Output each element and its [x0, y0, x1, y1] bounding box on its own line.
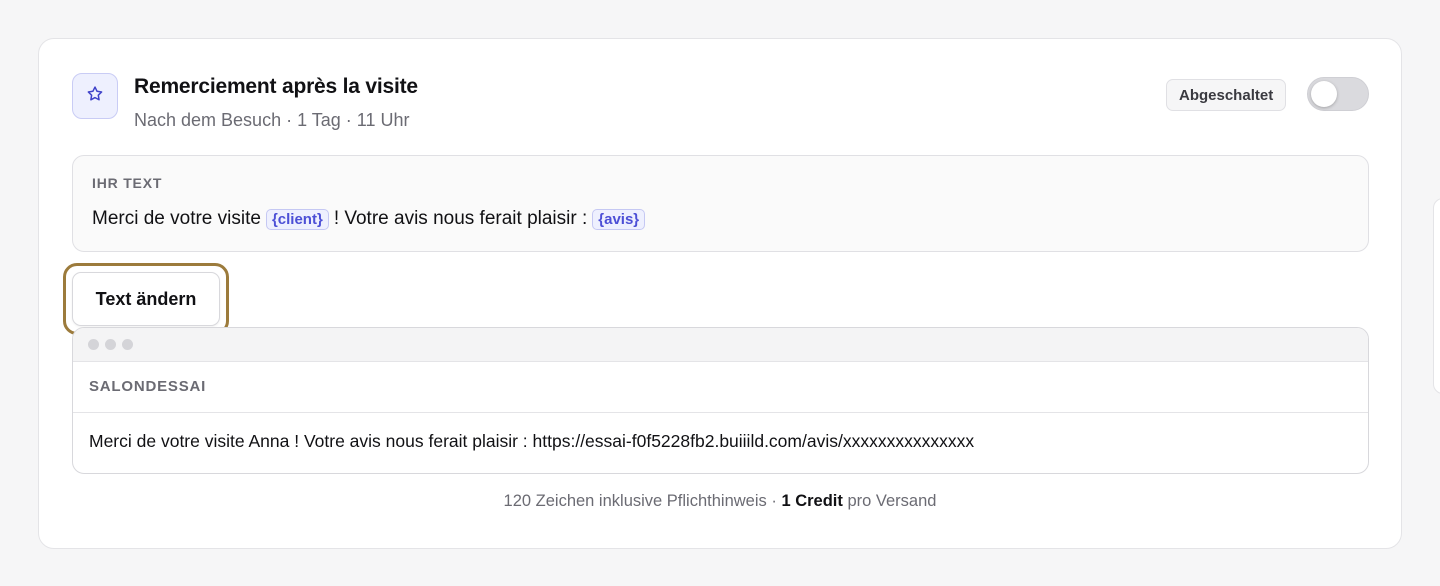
text-segment: ! Votre avis nous ferait plaisir :	[333, 208, 588, 229]
preview-message-text: Merci de votre visite Anna ! Votre avis …	[89, 431, 975, 451]
per-send-text: pro Versand	[847, 492, 937, 510]
sender-name: SALONDESSAI	[89, 378, 207, 395]
side-panel-edge	[1433, 198, 1440, 394]
character-count-note: 120 Zeichen inklusive Pflichthinweis · 1…	[39, 492, 1401, 511]
template-schedule: Nach dem Besuch · 1 Tag · 11 Uhr	[134, 110, 410, 130]
character-count-text: 120 Zeichen inklusive Pflichthinweis ·	[503, 492, 777, 510]
client-placeholder-token: {client}	[265, 208, 329, 230]
preview-window-bar	[73, 328, 1368, 362]
toggle-knob	[1311, 81, 1337, 107]
your-text-label: IHR TEXT	[92, 175, 163, 191]
credit-count: 1 Credit	[781, 492, 843, 510]
your-text-box: IHR TEXT Merci de votre visite {client} …	[72, 155, 1369, 252]
message-template-card: Remerciement après la visite Nach dem Be…	[38, 38, 1402, 549]
preview-sender-row: SALONDESSAI	[73, 362, 1368, 413]
window-dot	[122, 339, 133, 350]
window-dot	[88, 339, 99, 350]
edit-text-button[interactable]: Text ändern	[72, 272, 220, 326]
template-title: Remerciement après la visite	[134, 75, 418, 98]
text-segment: Merci de votre visite	[92, 208, 261, 229]
star-icon	[86, 85, 104, 108]
status-badge: Abgeschaltet	[1166, 79, 1287, 111]
template-icon-badge	[72, 73, 118, 119]
window-dot	[105, 339, 116, 350]
review-placeholder-token: {avis}	[592, 208, 646, 230]
enable-toggle[interactable]	[1307, 77, 1369, 111]
your-text-content: Merci de votre visite {client} ! Votre a…	[92, 208, 650, 230]
sms-preview: SALONDESSAI Merci de votre visite Anna !…	[72, 327, 1369, 474]
